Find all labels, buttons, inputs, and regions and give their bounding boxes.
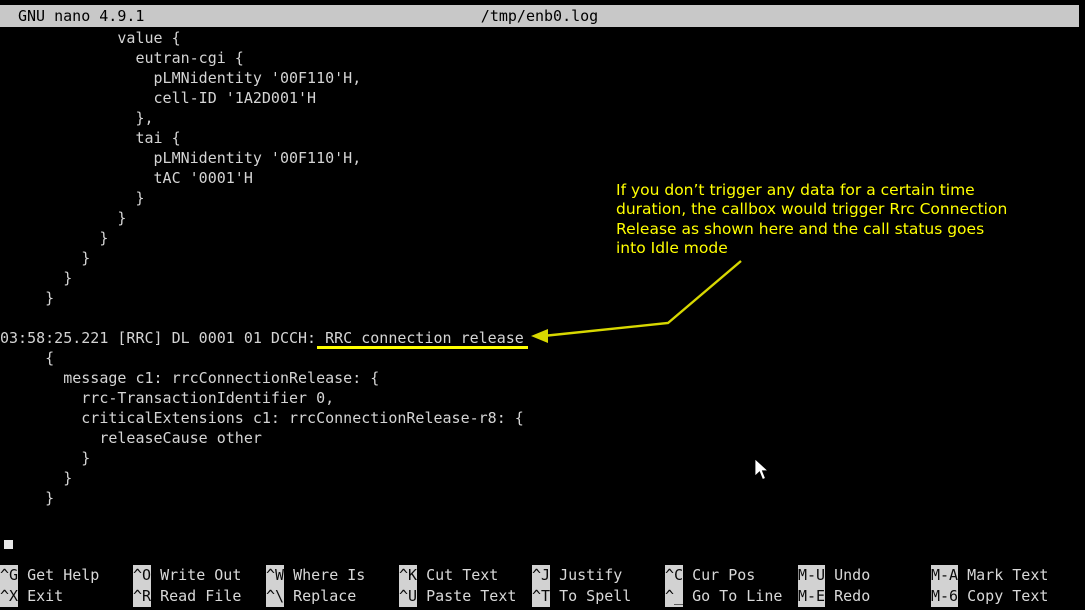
editor-line: } (0, 449, 91, 467)
filename-title: /tmp/enb0.log (480, 7, 599, 25)
shortcut-column: M-A Mark Text M-6 Copy Text (931, 565, 1085, 610)
shortcut-label: Read File (151, 587, 242, 605)
annotation-text: If you don’t trigger any data for a cert… (616, 181, 1013, 257)
shortcut-key: ^G (0, 565, 19, 586)
shortcut-item[interactable]: ^O Write Out (133, 565, 241, 586)
shortcut-label: To Spell (550, 587, 632, 605)
shortcut-item[interactable]: M-U Undo (798, 565, 870, 586)
editor-line: 03:58:25.221 [RRC] DL 0001 01 DCCH: RRC … (0, 329, 524, 347)
text-caret (4, 540, 13, 549)
shortcut-item[interactable]: ^\ Replace (266, 586, 356, 607)
shortcut-key: M-A (931, 565, 959, 586)
phrase-underline (317, 346, 528, 349)
shortcut-item[interactable]: ^J Justify (532, 565, 622, 586)
shortcut-item[interactable]: ^U Paste Text (399, 586, 516, 607)
shortcut-item[interactable]: ^R Read File (133, 586, 241, 607)
titlebar: GNU nano 4.9.1 /tmp/enb0.log (0, 5, 1079, 27)
shortcut-key: M-U (798, 565, 826, 586)
mouse-cursor-icon (754, 459, 770, 481)
shortcut-key: M-E (798, 586, 826, 607)
editor-line: } (0, 489, 55, 507)
shortcut-label: Get Help (18, 566, 100, 584)
shortcut-key: M-6 (931, 586, 959, 607)
editor-line: tai { (0, 129, 181, 147)
shortcut-label: Justify (550, 566, 623, 584)
shortcut-key: ^K (399, 565, 418, 586)
shortcut-bar: ^G Get Help ^X Exit ^O Write Out ^R Read Fi… (0, 565, 1085, 610)
shortcut-key: ^T (532, 586, 551, 607)
shortcut-item[interactable]: M-6 Copy Text (931, 586, 1048, 607)
editor-line: eutran-cgi { (0, 49, 244, 67)
editor-line: } (0, 189, 145, 207)
shortcut-key: ^W (266, 565, 285, 586)
editor-line: value { (0, 29, 181, 47)
shortcut-label: Cut Text (417, 566, 499, 584)
shortcut-item[interactable]: ^_ Go To Line (665, 586, 782, 607)
shortcut-key: ^J (532, 565, 551, 586)
shortcut-label: Copy Text (958, 587, 1049, 605)
shortcut-key: ^U (399, 586, 418, 607)
shortcut-label: Where Is (284, 566, 366, 584)
editor-line: cell-ID '1A2D001'H (0, 89, 317, 107)
shortcut-key: ^C (665, 565, 684, 586)
shortcut-label: Go To Line (683, 587, 783, 605)
shortcut-item[interactable]: ^K Cut Text (399, 565, 498, 586)
shortcut-label: Exit (18, 587, 64, 605)
editor-line: }, (0, 109, 154, 127)
shortcut-label: Redo (825, 587, 871, 605)
shortcut-key: ^_ (665, 586, 684, 607)
shortcut-label: Paste Text (417, 587, 517, 605)
shortcut-item[interactable]: ^T To Spell (532, 586, 631, 607)
shortcut-item[interactable]: M-A Mark Text (931, 565, 1048, 586)
shortcut-key: ^\ (266, 586, 285, 607)
editor-line: } (0, 209, 127, 227)
editor-buffer[interactable]: value { eutran-cgi { pLMNidentity '00F11… (0, 28, 1085, 560)
editor-line: { (0, 349, 55, 367)
editor-line: } (0, 269, 73, 287)
shortcut-item[interactable]: ^C Cur Pos (665, 565, 755, 586)
shortcut-key: ^R (133, 586, 152, 607)
editor-line: criticalExtensions c1: rrcConnectionRele… (0, 409, 524, 427)
editor-line: message c1: rrcConnectionRelease: { (0, 369, 380, 387)
shortcut-key: ^X (0, 586, 19, 607)
editor-line: } (0, 469, 73, 487)
nano-terminal-window: GNU nano 4.9.1 /tmp/enb0.log value { eut… (0, 0, 1085, 610)
editor-line: pLMNidentity '00F110'H, (0, 149, 362, 167)
shortcut-key: ^O (133, 565, 152, 586)
editor-line: } (0, 229, 109, 247)
shortcut-label: Undo (825, 566, 871, 584)
editor-line: releaseCause other (0, 429, 262, 447)
shortcut-label: Mark Text (958, 566, 1049, 584)
editor-line: } (0, 249, 91, 267)
shortcut-label: Replace (284, 587, 357, 605)
editor-line: rrc-TransactionIdentifier 0, (0, 389, 335, 407)
shortcut-item[interactable]: M-E Redo (798, 586, 870, 607)
editor-line: tAC '0001'H (0, 169, 253, 187)
shortcut-label: Cur Pos (683, 566, 756, 584)
editor-line: } (0, 289, 55, 307)
shortcut-label: Write Out (151, 566, 242, 584)
shortcut-item[interactable]: ^W Where Is (266, 565, 365, 586)
shortcut-item[interactable]: ^X Exit (0, 586, 63, 607)
shortcut-item[interactable]: ^G Get Help (0, 565, 99, 586)
editor-line: pLMNidentity '00F110'H, (0, 69, 362, 87)
